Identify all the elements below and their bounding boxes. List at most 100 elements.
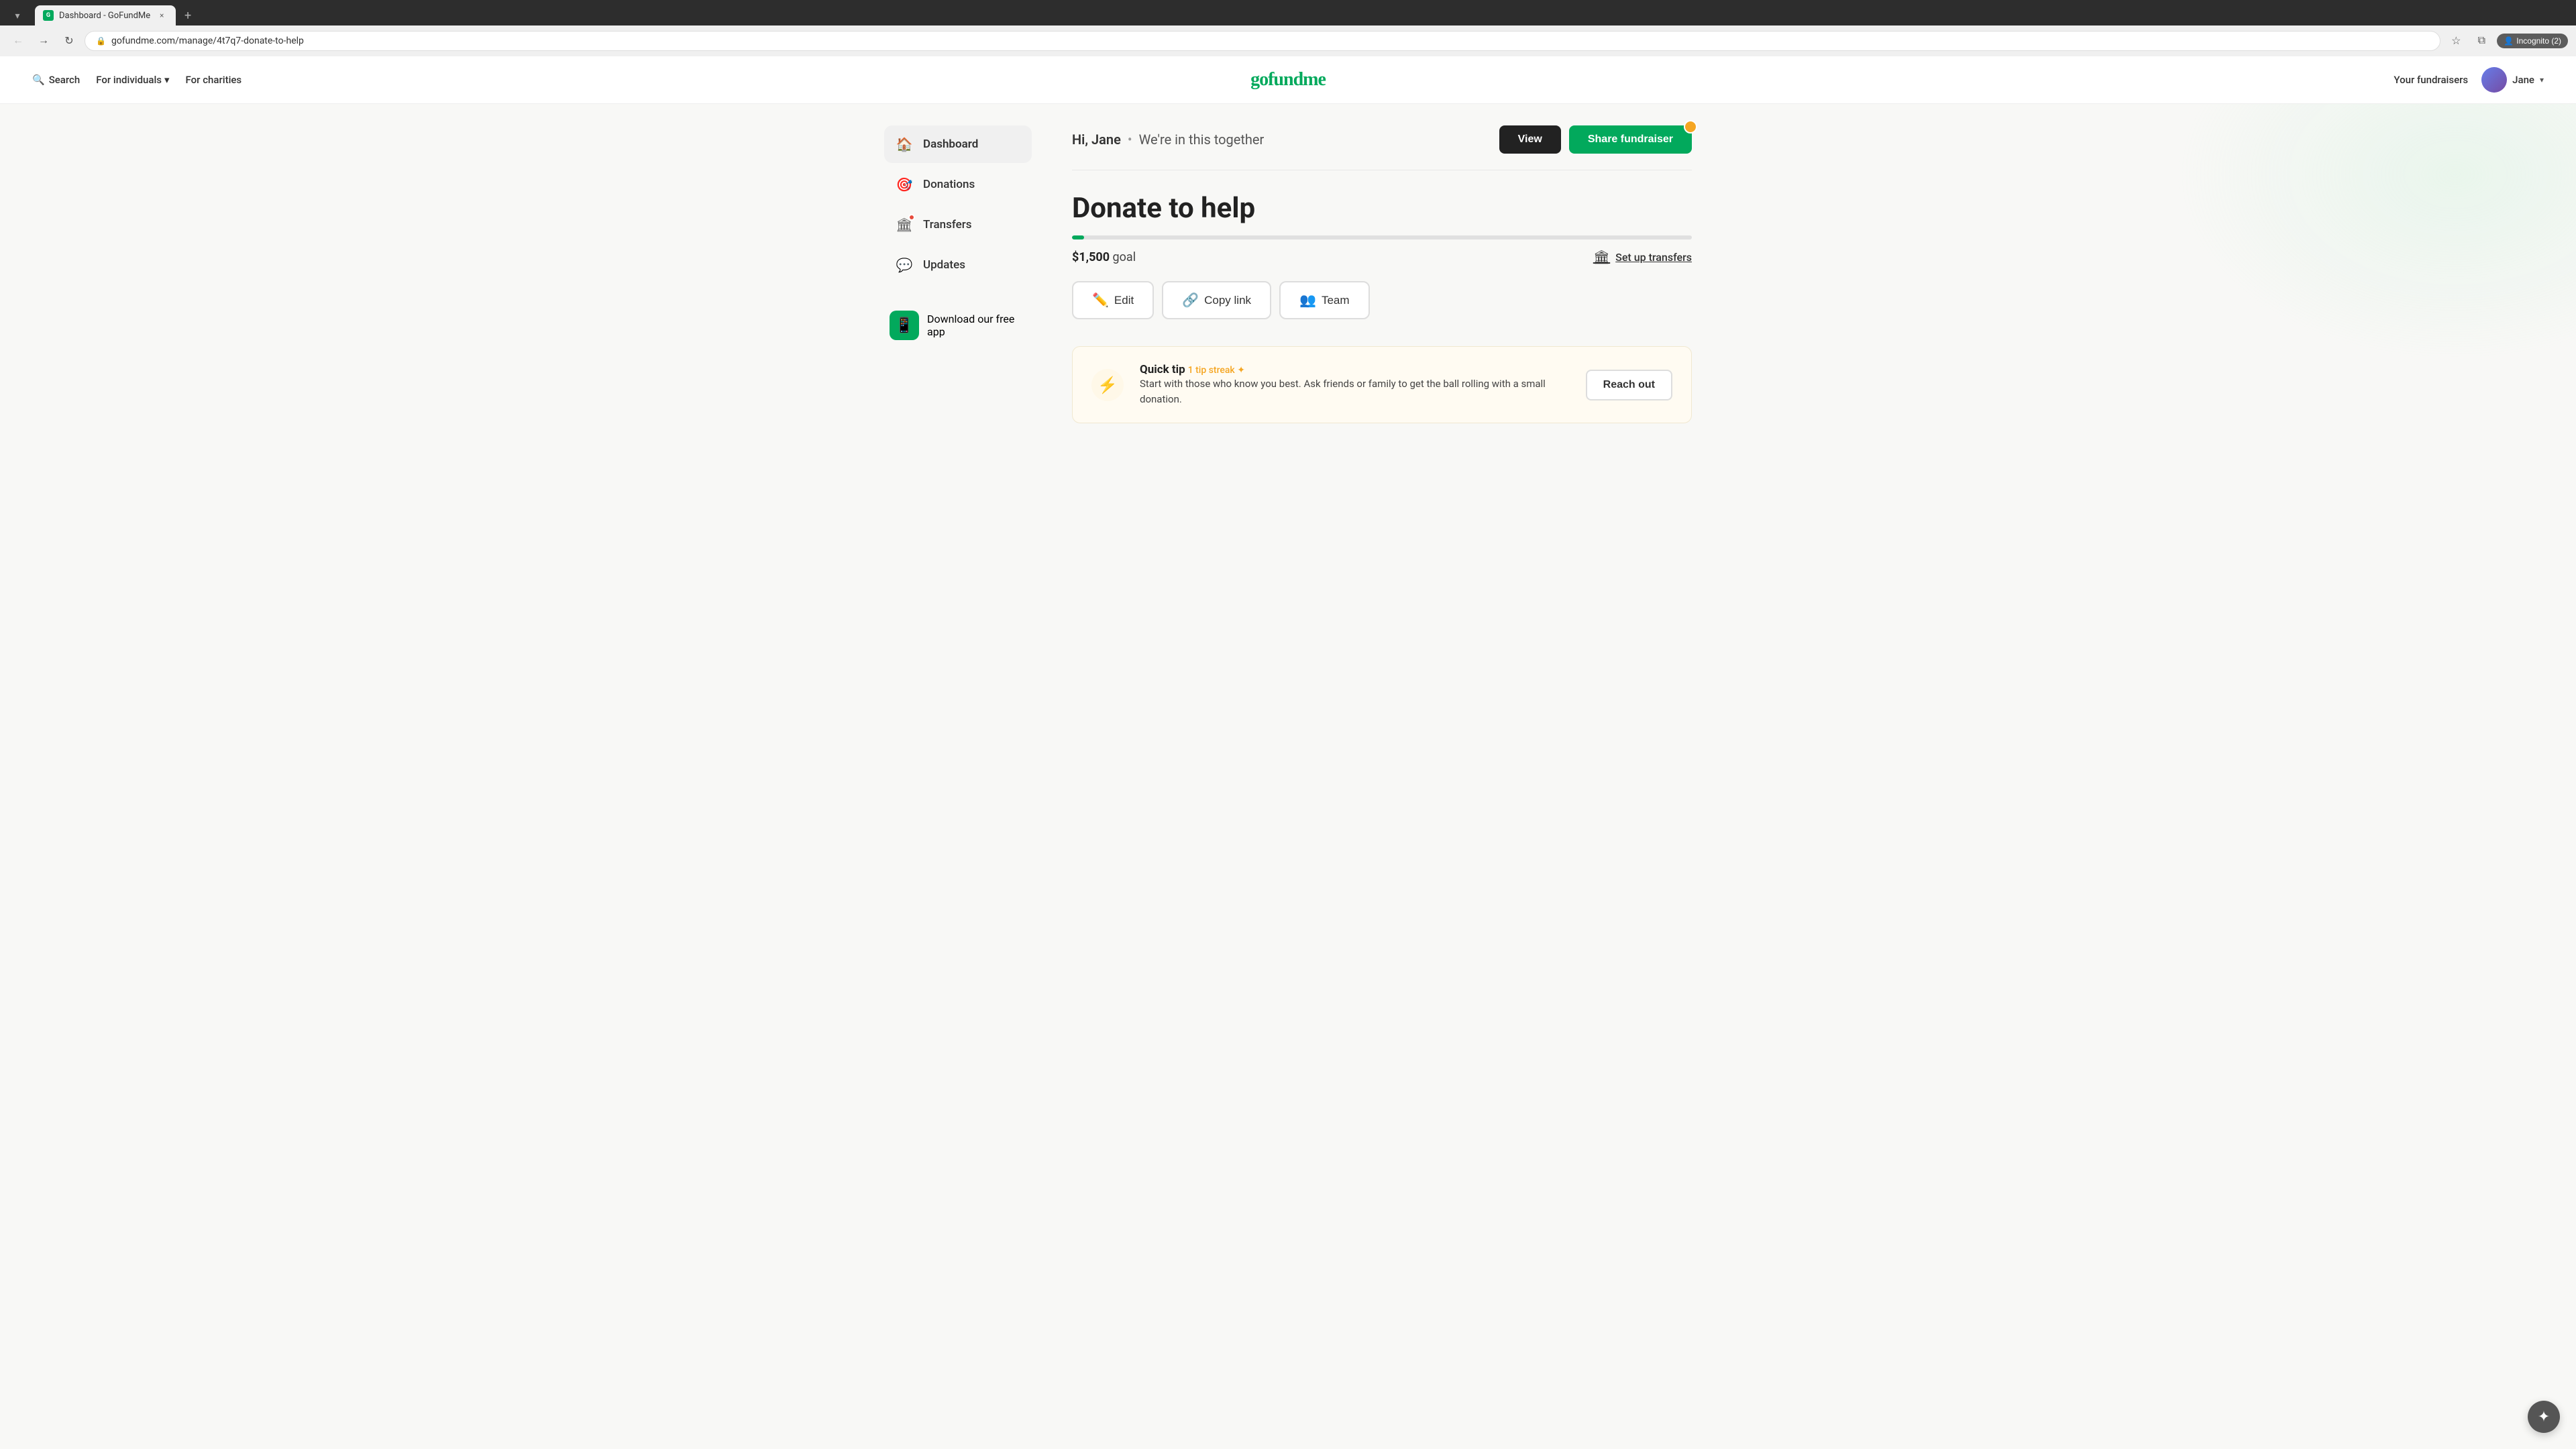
forward-icon: → xyxy=(38,35,49,47)
team-label: Team xyxy=(1322,294,1350,307)
incognito-icon: 👤 xyxy=(2504,36,2514,46)
user-menu[interactable]: Jane ▾ xyxy=(2481,67,2544,93)
greeting-subtitle: We're in this together xyxy=(1139,131,1265,148)
top-nav: 🔍 Search For individuals ▾ For charities… xyxy=(0,56,2576,104)
toolbar-right: ☆ ⧉ 👤 Incognito (2) xyxy=(2446,31,2568,51)
sidebar-label-donations: Donations xyxy=(923,178,975,191)
for-charities-link[interactable]: For charities xyxy=(186,74,242,86)
page-wrapper: 🔍 Search For individuals ▾ For charities… xyxy=(0,56,2576,1445)
lightning-icon: ⚡ xyxy=(1097,376,1118,394)
bookmark-icon: ☆ xyxy=(2451,34,2461,48)
bookmark-btn[interactable]: ☆ xyxy=(2446,31,2466,51)
bank-icon: 🏛 xyxy=(1593,249,1610,265)
transfers-icon: 🏛 xyxy=(895,215,914,234)
tab-dropdown-btn[interactable]: ▾ xyxy=(8,6,27,25)
greeting-separator: • xyxy=(1128,131,1132,148)
share-fundraiser-button[interactable]: Share fundraiser xyxy=(1569,125,1692,154)
address-bar[interactable]: 🔒 gofundme.com/manage/4t7q7-donate-to-he… xyxy=(85,31,2440,51)
sidebar-item-updates[interactable]: 💬 Updates xyxy=(884,246,1032,284)
quick-tip-card: ⚡ Quick tip 1 tip streak ✦ Start with th… xyxy=(1072,346,1692,423)
updates-icon: 💬 xyxy=(895,256,914,274)
greeting: Hi, Jane • We're in this together xyxy=(1072,131,1264,148)
tip-header: Quick tip 1 tip streak ✦ xyxy=(1140,363,1570,376)
user-menu-chevron: ▾ xyxy=(2540,75,2544,85)
edit-icon: ✏️ xyxy=(1092,292,1109,309)
back-btn[interactable]: ← xyxy=(8,31,28,51)
browser-toolbar: ← → ↻ 🔒 gofundme.com/manage/4t7q7-donate… xyxy=(0,25,2576,56)
greeting-name: Hi, Jane xyxy=(1072,131,1121,148)
reload-icon: ↻ xyxy=(64,34,73,48)
download-app-label: Download our free app xyxy=(927,313,1026,338)
fundraiser-title: Donate to help xyxy=(1072,192,1692,225)
tip-title: Quick tip xyxy=(1140,363,1185,376)
nav-left: 🔍 Search For individuals ▾ For charities xyxy=(32,74,241,86)
incognito-label: Incognito (2) xyxy=(2516,36,2561,46)
for-individuals-link[interactable]: For individuals ▾ xyxy=(96,74,169,86)
search-label: Search xyxy=(49,74,80,86)
tab-favicon: G xyxy=(43,10,54,21)
edit-label: Edit xyxy=(1114,294,1134,307)
header-actions: View Share fundraiser xyxy=(1499,125,1692,154)
progress-bar-container xyxy=(1072,235,1692,239)
reload-btn[interactable]: ↻ xyxy=(59,31,79,51)
download-app[interactable]: 📱 Download our free app xyxy=(884,311,1032,340)
content-header: Hi, Jane • We're in this together View S… xyxy=(1072,125,1692,170)
for-individuals-label: For individuals xyxy=(96,74,162,86)
team-icon: 👥 xyxy=(1299,292,1316,309)
browser-chrome: ▾ G Dashboard - GoFundMe × + xyxy=(0,0,2576,25)
reach-out-button[interactable]: Reach out xyxy=(1586,370,1672,400)
goal-label: goal xyxy=(1113,250,1136,264)
for-individuals-chevron: ▾ xyxy=(164,74,170,86)
goal-text: $1,500 goal xyxy=(1072,250,1136,264)
active-tab[interactable]: G Dashboard - GoFundMe × xyxy=(35,5,176,25)
nav-search[interactable]: 🔍 Search xyxy=(32,74,80,86)
address-text: gofundme.com/manage/4t7q7-donate-to-help xyxy=(111,36,2429,46)
sidebar-label-updates: Updates xyxy=(923,258,965,272)
setup-transfers-label: Set up transfers xyxy=(1615,251,1692,264)
progress-bar-fill xyxy=(1072,235,1084,239)
team-button[interactable]: 👥 Team xyxy=(1279,281,1369,319)
main-content: Hi, Jane • We're in this together View S… xyxy=(1072,125,1692,423)
forward-btn[interactable]: → xyxy=(34,31,54,51)
bg-decoration xyxy=(2174,94,2576,362)
for-charities-label: For charities xyxy=(186,74,242,86)
goal-row: $1,500 goal 🏛 Set up transfers xyxy=(1072,249,1692,265)
sidebar-label-dashboard: Dashboard xyxy=(923,138,978,151)
copy-link-button[interactable]: 🔗 Copy link xyxy=(1162,281,1271,319)
tip-streak: 1 tip streak ✦ xyxy=(1188,365,1245,376)
tip-icon-wrap: ⚡ xyxy=(1091,369,1124,401)
incognito-btn[interactable]: 👤 Incognito (2) xyxy=(2497,34,2568,48)
tab-title: Dashboard - GoFundMe xyxy=(59,11,150,21)
share-notification-badge xyxy=(1684,120,1697,133)
sidebar-item-donations[interactable]: 🎯 Donations xyxy=(884,166,1032,203)
goal-amount: $1,500 xyxy=(1072,250,1110,264)
avatar-image xyxy=(2481,67,2507,93)
new-tab-btn[interactable]: + xyxy=(178,6,197,25)
back-icon: ← xyxy=(13,35,23,47)
chat-icon: ✦ xyxy=(2538,1409,2550,1426)
app-store-icon: 📱 xyxy=(890,311,919,340)
tip-text: Start with those who know you best. Ask … xyxy=(1140,376,1570,407)
sidebar-item-transfers[interactable]: 🏛 Transfers xyxy=(884,206,1032,244)
avatar xyxy=(2481,67,2507,93)
main-layout: 🏠 Dashboard 🎯 Donations 🏛 Transfers 💬 Up… xyxy=(852,104,1724,445)
dashboard-icon: 🏠 xyxy=(895,135,914,154)
action-buttons: ✏️ Edit 🔗 Copy link 👥 Team xyxy=(1072,281,1692,319)
logo[interactable]: gofundme xyxy=(1250,69,1326,91)
extensions-btn[interactable]: ⧉ xyxy=(2471,31,2491,51)
your-fundraisers-link[interactable]: Your fundraisers xyxy=(2394,74,2468,86)
donations-icon: 🎯 xyxy=(895,175,914,194)
lock-icon: 🔒 xyxy=(96,36,106,46)
tab-bar: ▾ G Dashboard - GoFundMe × + xyxy=(8,5,2568,25)
user-name: Jane xyxy=(2512,74,2534,86)
view-button[interactable]: View xyxy=(1499,125,1561,154)
nav-right: Your fundraisers Jane ▾ xyxy=(2394,67,2544,93)
chat-widget[interactable]: ✦ xyxy=(2528,1401,2560,1433)
setup-transfers-link[interactable]: 🏛 Set up transfers xyxy=(1593,249,1692,265)
edit-button[interactable]: ✏️ Edit xyxy=(1072,281,1154,319)
sidebar: 🏠 Dashboard 🎯 Donations 🏛 Transfers 💬 Up… xyxy=(884,125,1032,423)
extensions-icon: ⧉ xyxy=(2478,35,2485,47)
tab-close-btn[interactable]: × xyxy=(156,9,168,21)
sidebar-item-dashboard[interactable]: 🏠 Dashboard xyxy=(884,125,1032,163)
search-icon: 🔍 xyxy=(32,74,45,86)
